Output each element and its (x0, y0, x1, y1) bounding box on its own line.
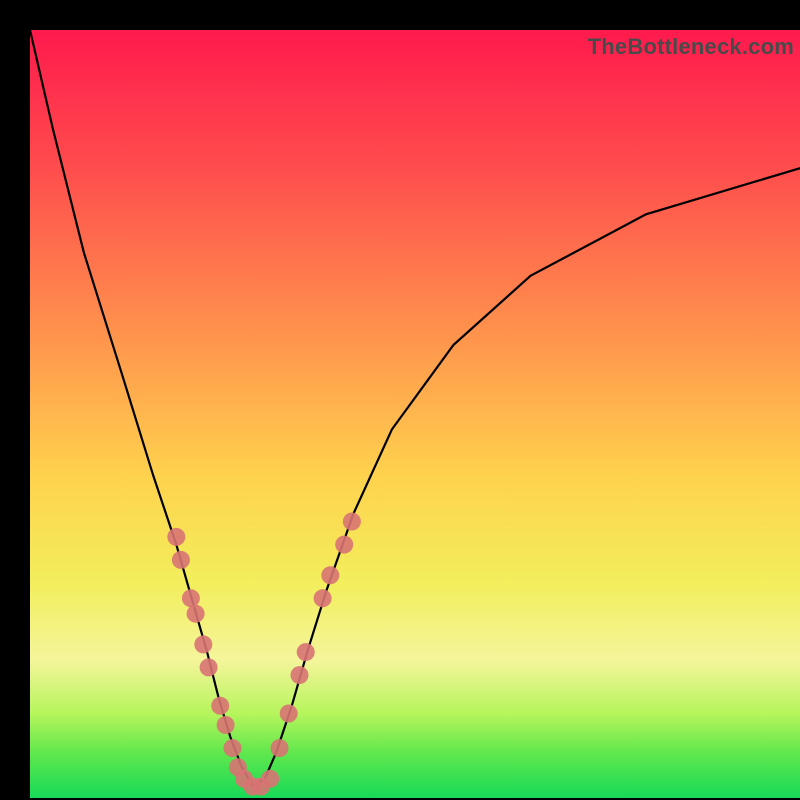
data-point (172, 551, 190, 569)
plot-area: TheBottleneck.com (30, 30, 800, 798)
chart-frame: TheBottleneck.com (0, 0, 800, 800)
data-point (167, 528, 185, 546)
data-point (224, 739, 242, 757)
data-point (261, 770, 279, 788)
data-point (297, 643, 315, 661)
curve-svg (30, 30, 800, 798)
data-point (217, 716, 235, 734)
data-point (280, 705, 298, 723)
data-point (343, 513, 361, 531)
data-point (314, 589, 332, 607)
data-point (200, 658, 218, 676)
data-point (194, 635, 212, 653)
data-point (321, 566, 339, 584)
data-point (271, 739, 289, 757)
data-point (291, 666, 309, 684)
data-point (335, 536, 353, 554)
data-point (187, 605, 205, 623)
bottleneck-curve (30, 30, 800, 787)
data-point (182, 589, 200, 607)
data-point (211, 697, 229, 715)
